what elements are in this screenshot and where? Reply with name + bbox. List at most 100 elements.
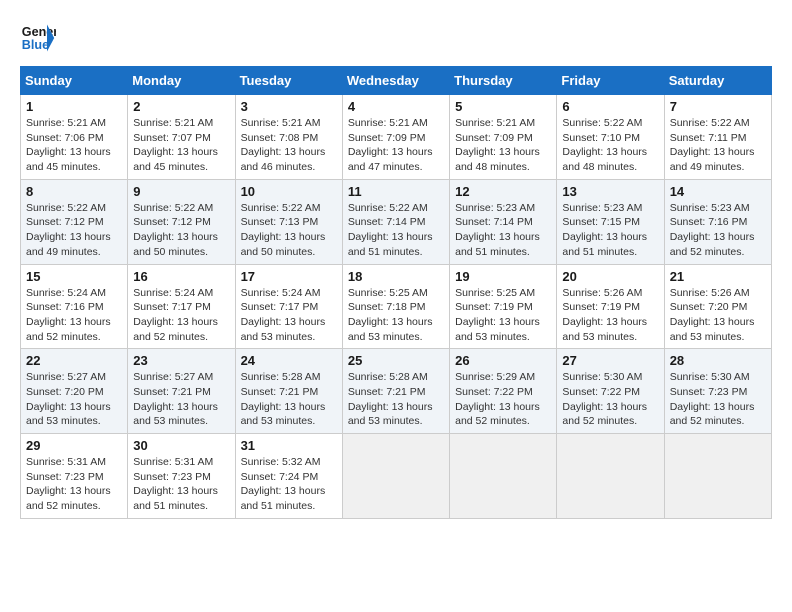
day-detail: Sunrise: 5:22 AMSunset: 7:10 PMDaylight:… <box>562 117 647 173</box>
calendar-day-26: 26Sunrise: 5:29 AMSunset: 7:22 PMDayligh… <box>450 349 557 434</box>
logo: General Blue <box>20 20 62 56</box>
day-number: 11 <box>348 184 444 199</box>
calendar-day-31: 31Sunrise: 5:32 AMSunset: 7:24 PMDayligh… <box>235 434 342 519</box>
calendar-week-5: 29 Sunrise: 5:31 AMSunset: 7:23 PMDayligh… <box>21 434 772 519</box>
day-number: 22 <box>26 353 122 368</box>
day-detail: Sunrise: 5:23 AMSunset: 7:16 PMDaylight:… <box>670 202 755 258</box>
day-number: 1 <box>26 99 122 114</box>
day-number: 4 <box>348 99 444 114</box>
day-detail: Sunrise: 5:26 AMSunset: 7:20 PMDaylight:… <box>670 287 755 343</box>
day-number: 16 <box>133 269 229 284</box>
day-detail: Sunrise: 5:22 AMSunset: 7:12 PMDaylight:… <box>133 202 218 258</box>
calendar-day-13: 13 Sunrise: 5:23 AMSunset: 7:15 PMDayligh… <box>557 179 664 264</box>
calendar-header-wednesday: Wednesday <box>342 67 449 95</box>
day-detail: Sunrise: 5:31 AMSunset: 7:23 PMDaylight:… <box>26 456 111 512</box>
day-detail: Sunrise: 5:30 AMSunset: 7:23 PMDaylight:… <box>670 371 755 427</box>
day-number: 20 <box>562 269 658 284</box>
calendar-day-8: 8Sunrise: 5:22 AMSunset: 7:12 PMDaylight… <box>21 179 128 264</box>
day-detail: Sunrise: 5:25 AMSunset: 7:18 PMDaylight:… <box>348 287 433 343</box>
day-number: 2 <box>133 99 229 114</box>
day-detail: Sunrise: 5:29 AMSunset: 7:22 PMDaylight:… <box>455 371 540 427</box>
calendar-day-29: 29 Sunrise: 5:31 AMSunset: 7:23 PMDayligh… <box>21 434 128 519</box>
day-number: 21 <box>670 269 766 284</box>
day-number: 18 <box>348 269 444 284</box>
logo-icon: General Blue <box>20 20 56 56</box>
day-number: 13 <box>562 184 658 199</box>
calendar-day-20: 20 Sunrise: 5:26 AMSunset: 7:19 PMDayligh… <box>557 264 664 349</box>
calendar-day-21: 21 Sunrise: 5:26 AMSunset: 7:20 PMDayligh… <box>664 264 771 349</box>
calendar-day-2: 2 Sunrise: 5:21 AMSunset: 7:07 PMDaylight… <box>128 95 235 180</box>
calendar-day-19: 19 Sunrise: 5:25 AMSunset: 7:19 PMDayligh… <box>450 264 557 349</box>
day-number: 7 <box>670 99 766 114</box>
calendar-day-17: 17 Sunrise: 5:24 AMSunset: 7:17 PMDayligh… <box>235 264 342 349</box>
day-number: 24 <box>241 353 337 368</box>
svg-text:Blue: Blue <box>22 38 49 52</box>
day-number: 10 <box>241 184 337 199</box>
day-detail: Sunrise: 5:28 AMSunset: 7:21 PMDaylight:… <box>241 371 326 427</box>
calendar-day-24: 24 Sunrise: 5:28 AMSunset: 7:21 PMDayligh… <box>235 349 342 434</box>
calendar-week-3: 15Sunrise: 5:24 AMSunset: 7:16 PMDayligh… <box>21 264 772 349</box>
calendar-day-30: 30 Sunrise: 5:31 AMSunset: 7:23 PMDayligh… <box>128 434 235 519</box>
calendar-day-12: 12Sunrise: 5:23 AMSunset: 7:14 PMDayligh… <box>450 179 557 264</box>
day-detail: Sunrise: 5:21 AMSunset: 7:07 PMDaylight:… <box>133 117 218 173</box>
calendar-day-16: 16 Sunrise: 5:24 AMSunset: 7:17 PMDayligh… <box>128 264 235 349</box>
day-detail: Sunrise: 5:22 AMSunset: 7:13 PMDaylight:… <box>241 202 326 258</box>
day-detail: Sunrise: 5:22 AMSunset: 7:11 PMDaylight:… <box>670 117 755 173</box>
day-detail: Sunrise: 5:21 AMSunset: 7:06 PMDaylight:… <box>26 117 111 173</box>
calendar-day-23: 23Sunrise: 5:27 AMSunset: 7:21 PMDayligh… <box>128 349 235 434</box>
calendar-day-9: 9Sunrise: 5:22 AMSunset: 7:12 PMDaylight… <box>128 179 235 264</box>
calendar-day-4: 4 Sunrise: 5:21 AMSunset: 7:09 PMDaylight… <box>342 95 449 180</box>
day-number: 5 <box>455 99 551 114</box>
calendar-day-7: 7 Sunrise: 5:22 AMSunset: 7:11 PMDaylight… <box>664 95 771 180</box>
calendar-day-28: 28 Sunrise: 5:30 AMSunset: 7:23 PMDayligh… <box>664 349 771 434</box>
day-detail: Sunrise: 5:25 AMSunset: 7:19 PMDaylight:… <box>455 287 540 343</box>
calendar-day-18: 18 Sunrise: 5:25 AMSunset: 7:18 PMDayligh… <box>342 264 449 349</box>
calendar-header-tuesday: Tuesday <box>235 67 342 95</box>
day-number: 14 <box>670 184 766 199</box>
day-detail: Sunrise: 5:24 AMSunset: 7:17 PMDaylight:… <box>133 287 218 343</box>
day-number: 27 <box>562 353 658 368</box>
calendar-week-4: 22 Sunrise: 5:27 AMSunset: 7:20 PMDayligh… <box>21 349 772 434</box>
calendar-day-6: 6 Sunrise: 5:22 AMSunset: 7:10 PMDaylight… <box>557 95 664 180</box>
calendar-day-1: 1 Sunrise: 5:21 AMSunset: 7:06 PMDaylight… <box>21 95 128 180</box>
day-number: 28 <box>670 353 766 368</box>
day-detail: Sunrise: 5:27 AMSunset: 7:21 PMDaylight:… <box>133 371 218 427</box>
day-detail: Sunrise: 5:30 AMSunset: 7:22 PMDaylight:… <box>562 371 647 427</box>
day-detail: Sunrise: 5:31 AMSunset: 7:23 PMDaylight:… <box>133 456 218 512</box>
day-number: 15 <box>26 269 122 284</box>
day-number: 19 <box>455 269 551 284</box>
calendar-day-10: 10 Sunrise: 5:22 AMSunset: 7:13 PMDayligh… <box>235 179 342 264</box>
day-number: 29 <box>26 438 122 453</box>
calendar-week-1: 1 Sunrise: 5:21 AMSunset: 7:06 PMDaylight… <box>21 95 772 180</box>
calendar-day-15: 15Sunrise: 5:24 AMSunset: 7:16 PMDayligh… <box>21 264 128 349</box>
day-detail: Sunrise: 5:23 AMSunset: 7:15 PMDaylight:… <box>562 202 647 258</box>
day-detail: Sunrise: 5:27 AMSunset: 7:20 PMDaylight:… <box>26 371 111 427</box>
day-detail: Sunrise: 5:32 AMSunset: 7:24 PMDaylight:… <box>241 456 326 512</box>
day-detail: Sunrise: 5:21 AMSunset: 7:09 PMDaylight:… <box>455 117 540 173</box>
day-detail: Sunrise: 5:23 AMSunset: 7:14 PMDaylight:… <box>455 202 540 258</box>
day-number: 25 <box>348 353 444 368</box>
calendar-day-25: 25Sunrise: 5:28 AMSunset: 7:21 PMDayligh… <box>342 349 449 434</box>
day-detail: Sunrise: 5:21 AMSunset: 7:08 PMDaylight:… <box>241 117 326 173</box>
calendar-day-empty <box>557 434 664 519</box>
calendar-day-22: 22 Sunrise: 5:27 AMSunset: 7:20 PMDayligh… <box>21 349 128 434</box>
calendar-header-row: SundayMondayTuesdayWednesdayThursdayFrid… <box>21 67 772 95</box>
calendar-week-2: 8 Sunrise: 5:22 AMSunset: 7:12 PMDaylight… <box>21 179 772 264</box>
calendar-day-3: 3 Sunrise: 5:21 AMSunset: 7:08 PMDaylight… <box>235 95 342 180</box>
day-number: 30 <box>133 438 229 453</box>
day-number: 3 <box>241 99 337 114</box>
day-detail: Sunrise: 5:24 AMSunset: 7:17 PMDaylight:… <box>241 287 326 343</box>
day-detail: Sunrise: 5:21 AMSunset: 7:09 PMDaylight:… <box>348 117 433 173</box>
calendar-header-thursday: Thursday <box>450 67 557 95</box>
day-number: 17 <box>241 269 337 284</box>
calendar-day-11: 11 Sunrise: 5:22 AMSunset: 7:14 PMDayligh… <box>342 179 449 264</box>
day-number: 8 <box>26 184 122 199</box>
calendar-day-empty <box>664 434 771 519</box>
day-detail: Sunrise: 5:22 AMSunset: 7:14 PMDaylight:… <box>348 202 433 258</box>
day-number: 6 <box>562 99 658 114</box>
page-header: General Blue <box>20 20 772 56</box>
calendar-day-27: 27 Sunrise: 5:30 AMSunset: 7:22 PMDayligh… <box>557 349 664 434</box>
calendar-day-5: 5 Sunrise: 5:21 AMSunset: 7:09 PMDaylight… <box>450 95 557 180</box>
day-detail: Sunrise: 5:26 AMSunset: 7:19 PMDaylight:… <box>562 287 647 343</box>
calendar-header-sunday: Sunday <box>21 67 128 95</box>
